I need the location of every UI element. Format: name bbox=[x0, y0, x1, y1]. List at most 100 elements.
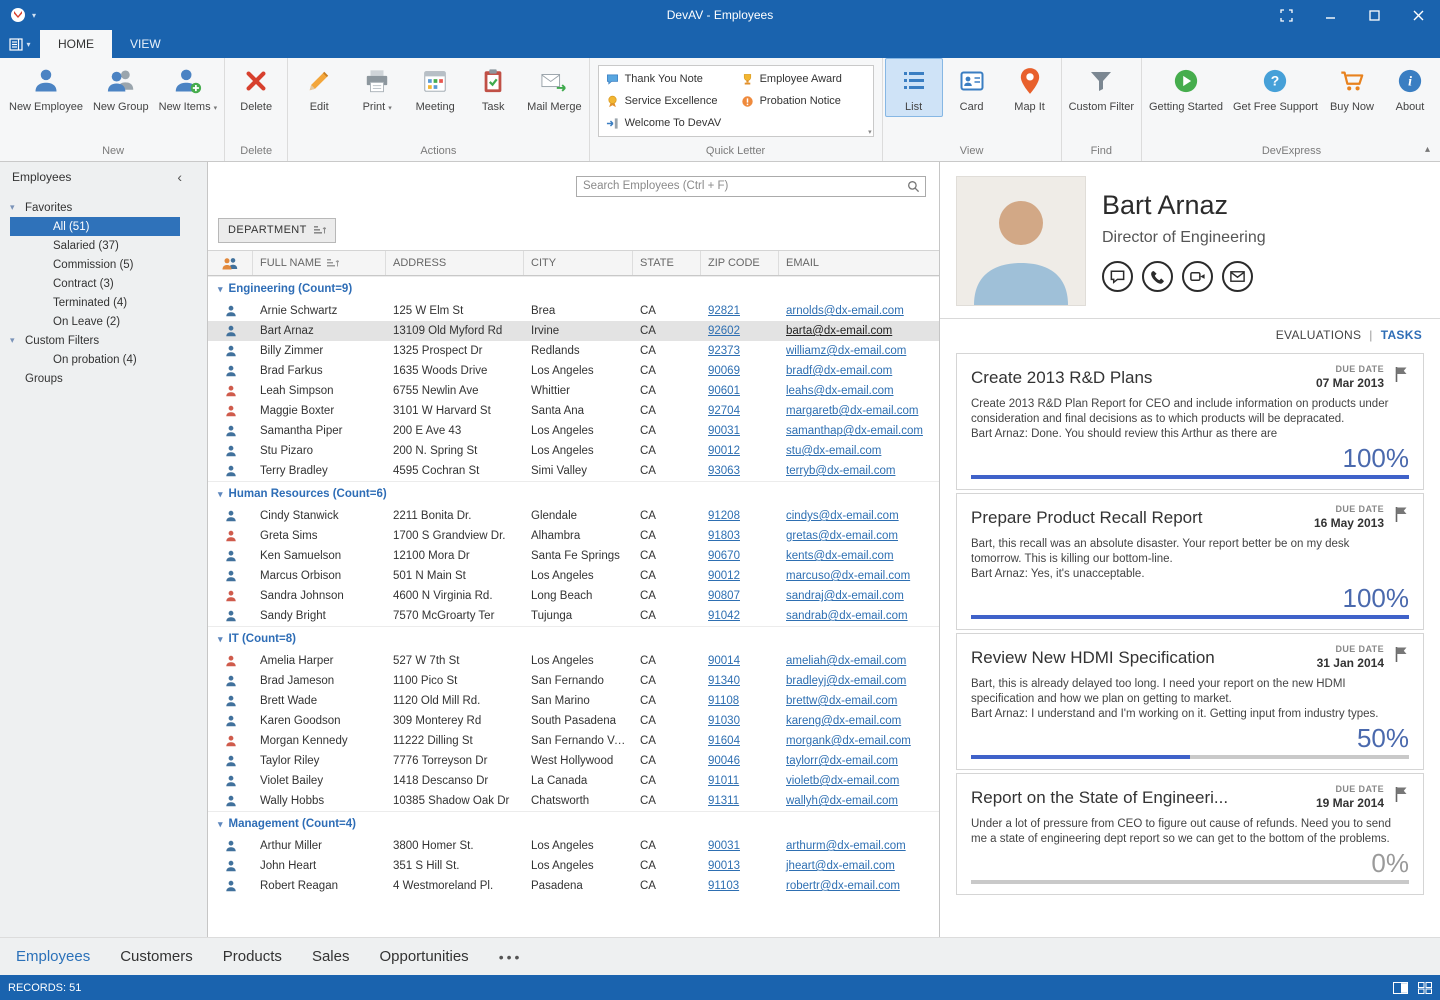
minimize-button[interactable] bbox=[1308, 0, 1352, 30]
nav-item-opportunities[interactable]: Opportunities bbox=[379, 948, 468, 965]
email-link[interactable]: bradf@dx-email.com bbox=[786, 365, 892, 377]
nav-item-sales[interactable]: Sales bbox=[312, 948, 350, 965]
zip-link[interactable]: 91803 bbox=[708, 530, 740, 542]
email-link[interactable]: morgank@dx-email.com bbox=[786, 735, 911, 747]
column-header-zip-code[interactable]: ZIP CODE bbox=[701, 251, 779, 275]
layout-toggle-icon[interactable] bbox=[1418, 982, 1432, 994]
zip-link[interactable]: 92602 bbox=[708, 325, 740, 337]
mail-merge-button[interactable]: Mail Merge bbox=[522, 58, 586, 117]
email-link[interactable]: margaretb@dx-email.com bbox=[786, 405, 918, 417]
zip-link[interactable]: 92373 bbox=[708, 345, 740, 357]
email-button[interactable] bbox=[1222, 261, 1253, 292]
maximize-button[interactable] bbox=[1352, 0, 1396, 30]
service-excellence-item[interactable]: Service Excellence bbox=[601, 90, 736, 112]
sidebar-item[interactable]: Groups bbox=[10, 369, 180, 388]
table-row[interactable]: Marcus Orbison501 N Main StLos AngelesCA… bbox=[208, 566, 939, 586]
probation-notice-item[interactable]: Probation Notice bbox=[736, 90, 871, 112]
task-card[interactable]: Report on the State of Engineeri... DUE … bbox=[956, 773, 1424, 895]
zip-link[interactable]: 91311 bbox=[708, 795, 739, 807]
group-row[interactable]: ▾Management (Count=4) bbox=[208, 811, 939, 836]
zip-link[interactable]: 91103 bbox=[708, 880, 739, 892]
zip-link[interactable]: 90069 bbox=[708, 365, 740, 377]
sidebar-item[interactable]: Salaried (37) bbox=[10, 236, 180, 255]
zip-link[interactable]: 91011 bbox=[708, 775, 739, 787]
table-row[interactable]: Taylor Riley7776 Torreyson DrWest Hollyw… bbox=[208, 751, 939, 771]
video-call-button[interactable] bbox=[1182, 261, 1213, 292]
email-link[interactable]: kareng@dx-email.com bbox=[786, 715, 901, 727]
nav-item-customers[interactable]: Customers bbox=[120, 948, 193, 965]
sidebar-item[interactable]: Terminated (4) bbox=[10, 293, 180, 312]
zip-link[interactable]: 91208 bbox=[708, 510, 740, 522]
email-link[interactable]: arthurm@dx-email.com bbox=[786, 840, 906, 852]
phone-button[interactable] bbox=[1142, 261, 1173, 292]
email-link[interactable]: cindys@dx-email.com bbox=[786, 510, 899, 522]
print-button[interactable]: Print ▾ bbox=[348, 58, 406, 119]
map-it-button[interactable]: Map It bbox=[1001, 58, 1059, 117]
collapse-group-icon[interactable]: ▾ bbox=[218, 489, 223, 500]
sidebar-item[interactable]: Contract (3) bbox=[10, 274, 180, 293]
collapse-sidebar-icon[interactable]: ‹ bbox=[177, 169, 182, 185]
group-row[interactable]: ▾IT (Count=8) bbox=[208, 626, 939, 651]
table-row[interactable]: Billy Zimmer1325 Prospect DrRedlandsCA92… bbox=[208, 341, 939, 361]
table-row[interactable]: Terry Bradley4595 Cochran StSimi ValleyC… bbox=[208, 461, 939, 481]
zip-link[interactable]: 90031 bbox=[708, 425, 740, 437]
app-logo-icon[interactable] bbox=[10, 7, 26, 23]
zip-link[interactable]: 91030 bbox=[708, 715, 740, 727]
zip-link[interactable]: 90012 bbox=[708, 445, 740, 457]
employee-award-item[interactable]: Employee Award bbox=[736, 68, 871, 90]
table-row[interactable]: Greta Sims1700 S Grandview Dr.AlhambraCA… bbox=[208, 526, 939, 546]
column-header-city[interactable]: CITY bbox=[524, 251, 633, 275]
search-icon[interactable] bbox=[902, 180, 925, 193]
close-button[interactable] bbox=[1396, 0, 1440, 30]
table-row[interactable]: Leah Simpson6755 Newlin AveWhittierCA906… bbox=[208, 381, 939, 401]
table-row[interactable]: Sandra Johnson4600 N Virginia Rd.Long Be… bbox=[208, 586, 939, 606]
nav-more-button[interactable]: ••• bbox=[499, 949, 523, 965]
thank-you-note-item[interactable]: Thank You Note bbox=[601, 68, 736, 90]
zip-link[interactable]: 91604 bbox=[708, 735, 740, 747]
expander-icon[interactable]: ▾ bbox=[10, 202, 25, 213]
custom-filter-button[interactable]: Custom Filter bbox=[1064, 58, 1139, 117]
list-view-button[interactable]: List bbox=[885, 58, 943, 117]
gallery-scroll-icon[interactable]: ▾ bbox=[868, 128, 872, 136]
email-link[interactable]: leahs@dx-email.com bbox=[786, 385, 894, 397]
zip-link[interactable]: 90046 bbox=[708, 755, 740, 767]
collapse-group-icon[interactable]: ▾ bbox=[218, 634, 223, 645]
nav-item-employees[interactable]: Employees bbox=[16, 948, 90, 965]
zip-link[interactable]: 90670 bbox=[708, 550, 740, 562]
new-group-button[interactable]: New Group bbox=[88, 58, 154, 117]
email-link[interactable]: arnolds@dx-email.com bbox=[786, 305, 904, 317]
table-row[interactable]: Morgan Kennedy11222 Dilling StSan Fernan… bbox=[208, 731, 939, 751]
sidebar-item[interactable]: On probation (4) bbox=[10, 350, 180, 369]
zip-link[interactable]: 90031 bbox=[708, 840, 740, 852]
table-row[interactable]: Robert Reagan4 Westmoreland Pl.PasadenaC… bbox=[208, 876, 939, 896]
delete-button[interactable]: Delete bbox=[227, 58, 285, 117]
welcome-to-devav-item[interactable]: Welcome To DevAV bbox=[601, 112, 736, 134]
table-row[interactable]: Bart Arnaz13109 Old Myford RdIrvineCA926… bbox=[208, 321, 939, 341]
task-card[interactable]: Review New HDMI Specification DUE DATE 3… bbox=[956, 633, 1424, 770]
new-items-button[interactable]: New Items ▾ bbox=[154, 58, 223, 119]
table-row[interactable]: Wally Hobbs10385 Shadow Oak DrChatsworth… bbox=[208, 791, 939, 811]
email-link[interactable]: taylorr@dx-email.com bbox=[786, 755, 898, 767]
email-link[interactable]: wallyh@dx-email.com bbox=[786, 795, 898, 807]
tab-tasks[interactable]: TASKS bbox=[1381, 328, 1422, 342]
table-row[interactable]: Arnie Schwartz125 W Elm StBreaCA92821arn… bbox=[208, 301, 939, 321]
zip-link[interactable]: 92704 bbox=[708, 405, 740, 417]
collapse-ribbon-icon[interactable]: ▴ bbox=[1425, 144, 1430, 155]
sidebar-item[interactable]: All (51) bbox=[10, 217, 180, 236]
new-employee-button[interactable]: New Employee bbox=[4, 58, 88, 117]
edit-button[interactable]: Edit bbox=[290, 58, 348, 117]
email-link[interactable]: violetb@dx-email.com bbox=[786, 775, 899, 787]
zip-link[interactable]: 90012 bbox=[708, 570, 740, 582]
email-link[interactable]: bradleyj@dx-email.com bbox=[786, 675, 906, 687]
collapse-group-icon[interactable]: ▾ bbox=[218, 284, 223, 295]
group-by-department-chip[interactable]: DEPARTMENT bbox=[218, 218, 336, 243]
email-link[interactable]: robertr@dx-email.com bbox=[786, 880, 900, 892]
column-header-address[interactable]: ADDRESS bbox=[386, 251, 524, 275]
zip-link[interactable]: 91042 bbox=[708, 610, 740, 622]
table-row[interactable]: Brad Farkus1635 Woods DriveLos AngelesCA… bbox=[208, 361, 939, 381]
email-link[interactable]: marcuso@dx-email.com bbox=[786, 570, 910, 582]
email-link[interactable]: sandraj@dx-email.com bbox=[786, 590, 904, 602]
zip-link[interactable]: 91340 bbox=[708, 675, 740, 687]
zip-link[interactable]: 93063 bbox=[708, 465, 740, 477]
task-card[interactable]: Prepare Product Recall Report DUE DATE 1… bbox=[956, 493, 1424, 630]
